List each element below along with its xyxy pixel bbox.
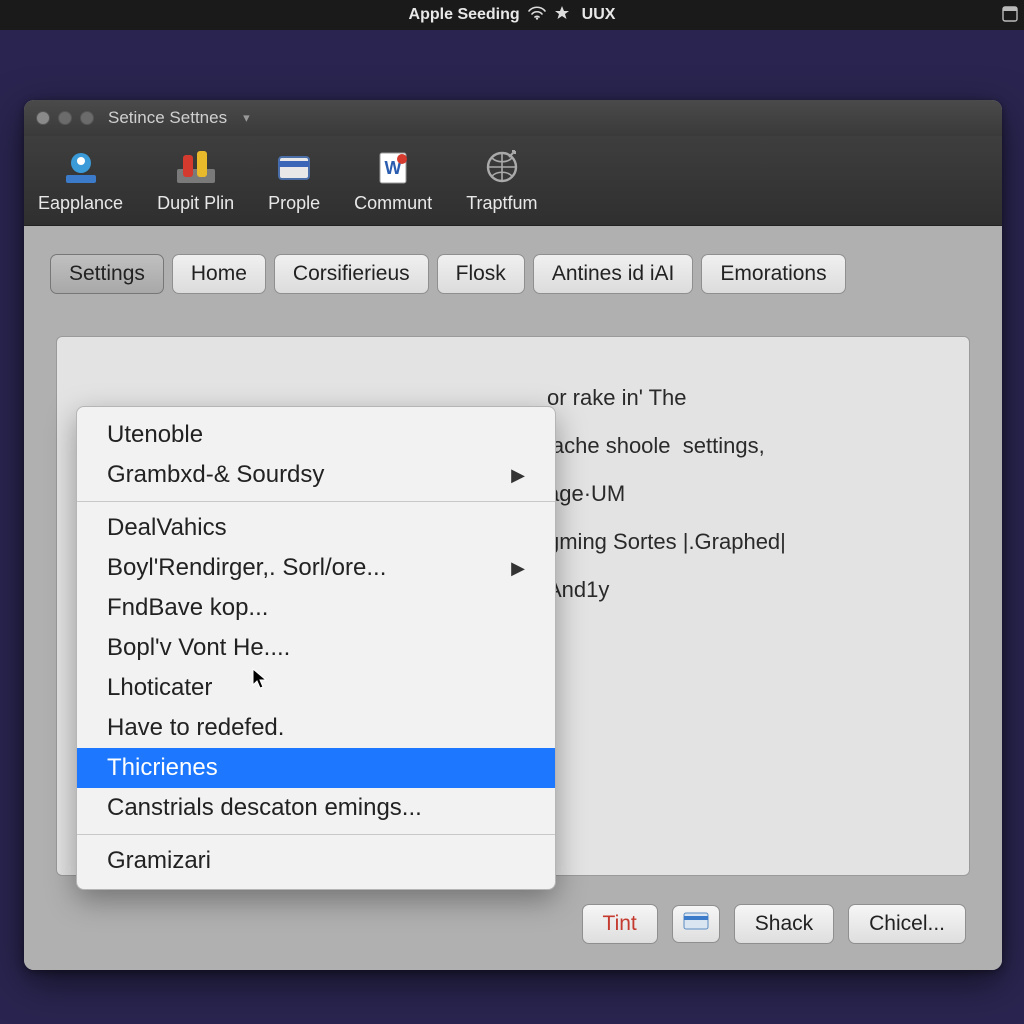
system-menubar: Apple Seeding UUX xyxy=(0,0,1024,30)
panel-text: or rake in' The xyxy=(547,385,939,411)
tab-bar: Settings Home Corsifierieus Flosk Antine… xyxy=(50,254,976,294)
wifi-icon xyxy=(528,6,546,25)
menu-item-thicrienes[interactable]: Thicrienes xyxy=(77,748,555,788)
panel-text: lache shoole settings, xyxy=(547,433,939,459)
bottles-icon xyxy=(173,147,219,187)
toolbar-item-eapplance[interactable]: Eapplance xyxy=(32,143,129,218)
toolbar-label: Dupit Plin xyxy=(157,193,234,214)
menu-item-gramizari[interactable]: Gramizari xyxy=(77,841,555,881)
menu-item-boyl-rendirger[interactable]: Boyl'Rendirger,. Sorl/ore... ▶ xyxy=(77,548,555,588)
menu-label: Boyl'Rendirger,. Sorl/ore... xyxy=(107,554,386,582)
toolbar-item-traptfum[interactable]: Traptfum xyxy=(460,143,543,218)
chevron-down-icon[interactable]: ▾ xyxy=(243,110,250,126)
window-traffic-lights[interactable] xyxy=(36,111,94,125)
minimize-icon[interactable] xyxy=(58,111,72,125)
settings-window: Setince Settnes ▾ Eapplance Dupit Plin P… xyxy=(24,100,1002,970)
star-icon xyxy=(554,5,570,26)
tint-button[interactable]: Tint xyxy=(582,904,658,944)
toolbar-label: Eapplance xyxy=(38,193,123,214)
menu-label: FndBave kop... xyxy=(107,594,268,622)
menu-separator xyxy=(77,834,555,835)
menu-label: Gramizari xyxy=(107,847,211,875)
chicel-button[interactable]: Chicel... xyxy=(848,904,966,944)
menu-label: Thicrienes xyxy=(107,754,218,782)
window-toolbar: Eapplance Dupit Plin Prople W Communt Tr… xyxy=(24,136,1002,226)
menu-label: Utenoble xyxy=(107,421,203,449)
toolbar-label: Traptfum xyxy=(466,193,537,214)
window-titlebar[interactable]: Setince Settnes ▾ xyxy=(24,100,1002,136)
toolbar-item-communt[interactable]: W Communt xyxy=(348,143,438,218)
toolbar-label: Communt xyxy=(354,193,432,214)
footer-buttons: Tint Shack Chicel... xyxy=(582,904,966,944)
settings-dropdown-menu[interactable]: Utenoble Grambxd-& Sourdsy ▶ DealVahics … xyxy=(76,406,556,890)
panel-text: ɡming Sortes |.Graphed| xyxy=(547,529,939,555)
menu-item-have-to-redefed[interactable]: Have to redefed. xyxy=(77,708,555,748)
card-small-icon xyxy=(683,912,709,930)
panel-text: And1y xyxy=(547,577,939,603)
panel-text: age·UM xyxy=(547,481,939,507)
menu-label: Lhoticater xyxy=(107,674,212,702)
shack-button[interactable]: Shack xyxy=(734,904,834,944)
toolbar-item-prople[interactable]: Prople xyxy=(262,143,326,218)
menubar-title: Apple Seeding xyxy=(409,6,520,24)
menu-item-dealvahics[interactable]: DealVahics xyxy=(77,508,555,548)
menu-item-grambxd[interactable]: Grambxd-& Sourdsy ▶ xyxy=(77,455,555,495)
tab-corsifierieus[interactable]: Corsifierieus xyxy=(274,254,429,294)
word-icon: W xyxy=(370,147,416,187)
menu-label: Bopl'v Vont He.... xyxy=(107,634,290,662)
menu-label: DealVahics xyxy=(107,514,227,542)
tab-flosk[interactable]: Flosk xyxy=(437,254,525,294)
submenu-arrow-icon: ▶ xyxy=(511,558,525,579)
menu-item-canstrials[interactable]: Canstrials descaton emings... xyxy=(77,788,555,828)
menu-item-lhoticater[interactable]: Lhoticater xyxy=(77,668,555,708)
toolbar-item-dupit-plin[interactable]: Dupit Plin xyxy=(151,143,240,218)
menu-item-utenoble[interactable]: Utenoble xyxy=(77,415,555,455)
menubar-right-icon xyxy=(1002,4,1018,25)
menu-label: Have to redefed. xyxy=(107,714,284,742)
toolbar-label: Prople xyxy=(268,193,320,214)
tab-antines[interactable]: Antines id iAI xyxy=(533,254,694,294)
menu-item-boplv-vont[interactable]: Bopl'v Vont He.... xyxy=(77,628,555,668)
card-icon xyxy=(271,147,317,187)
window-title: Setince Settnes xyxy=(108,108,227,128)
menubar-badge: UUX xyxy=(582,6,616,24)
submenu-arrow-icon: ▶ xyxy=(511,465,525,486)
zoom-icon[interactable] xyxy=(80,111,94,125)
appliance-icon xyxy=(58,147,104,187)
globe-icon xyxy=(479,147,525,187)
close-icon[interactable] xyxy=(36,111,50,125)
menu-separator xyxy=(77,501,555,502)
tab-settings[interactable]: Settings xyxy=(50,254,164,294)
tab-home[interactable]: Home xyxy=(172,254,266,294)
menu-label: Canstrials descaton emings... xyxy=(107,794,422,822)
card-icon-button[interactable] xyxy=(672,905,720,943)
menu-label: Grambxd-& Sourdsy xyxy=(107,461,324,489)
menu-item-fndbave[interactable]: FndBave kop... xyxy=(77,588,555,628)
tab-emorations[interactable]: Emorations xyxy=(701,254,845,294)
